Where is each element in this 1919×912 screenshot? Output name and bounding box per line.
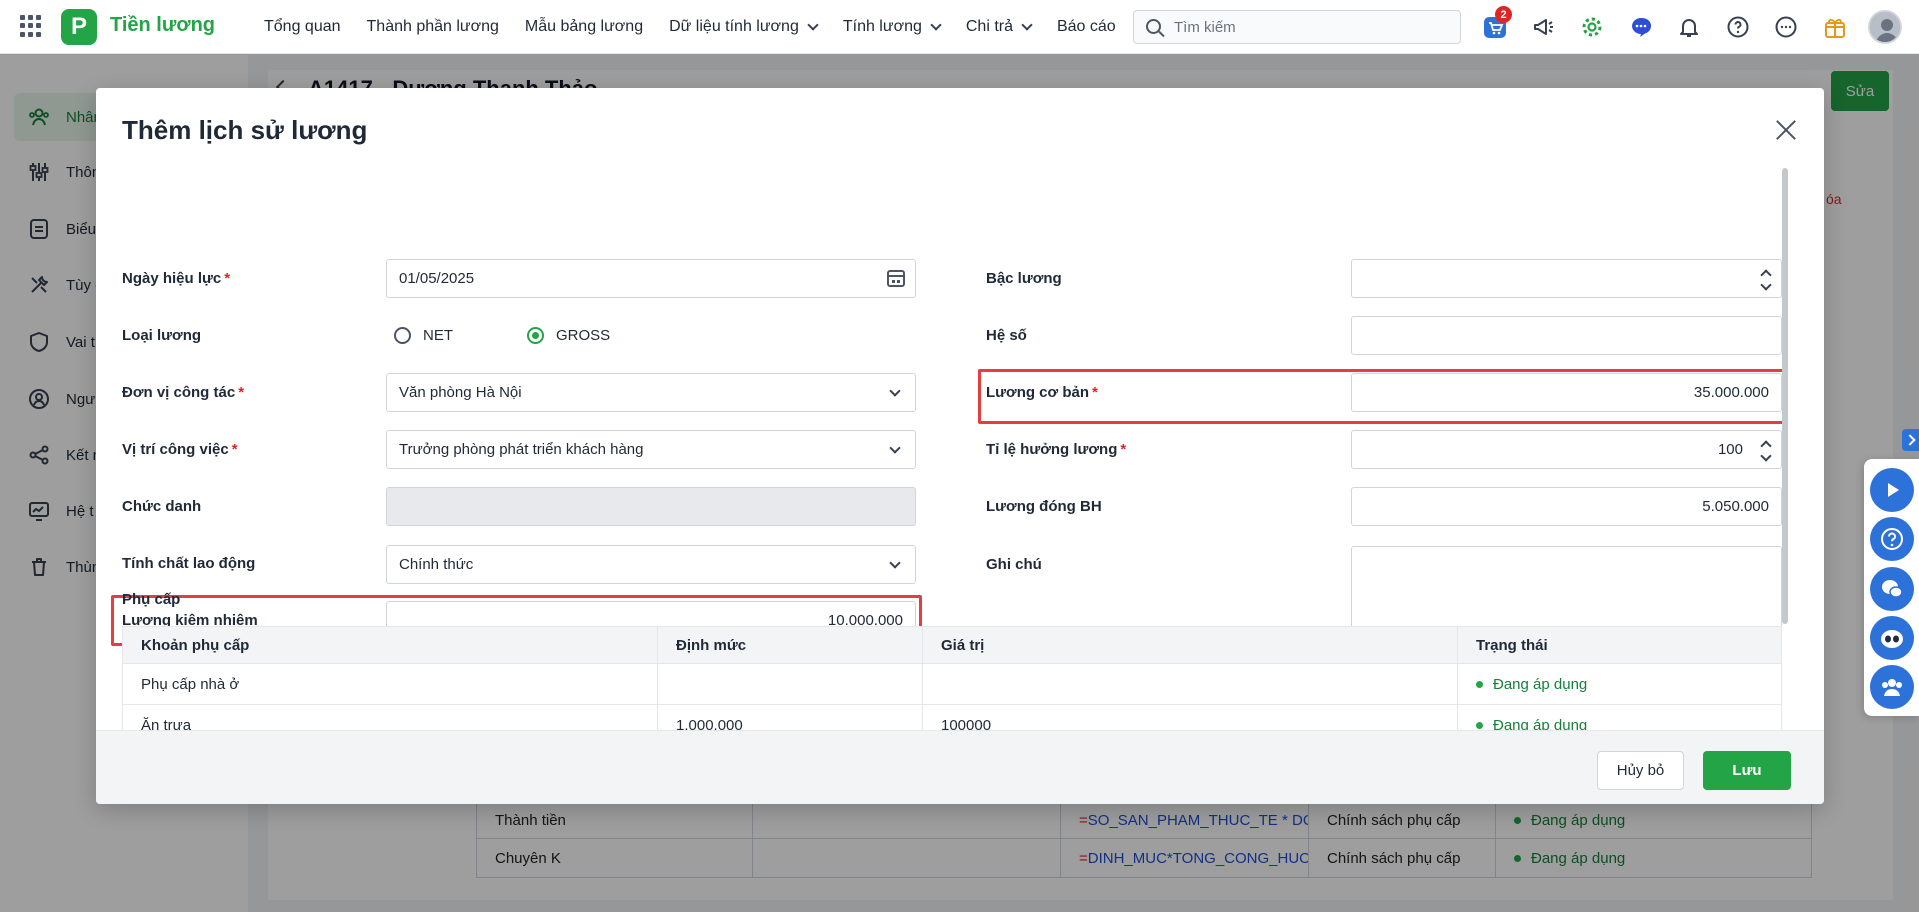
save-button[interactable]: Lưu (1703, 751, 1791, 790)
job-title-label: Chức danh (122, 498, 202, 515)
insurance-salary-label: Lương đóng BH (986, 498, 1102, 515)
allowance-table: Khoản phụ cấp Định mức Giá trị Trạng thá… (122, 626, 1782, 730)
position-select[interactable]: Trưởng phòng phát triển khách hàng (386, 430, 916, 469)
close-icon[interactable] (1774, 118, 1798, 142)
gear-icon[interactable] (1575, 10, 1609, 44)
allowance-section-title: Phụ cấp (122, 591, 181, 608)
megaphone-icon[interactable] (1527, 10, 1561, 44)
job-title-field (386, 487, 916, 526)
cart-icon[interactable]: 2 (1478, 6, 1512, 44)
radio-checked-icon (527, 327, 544, 344)
chevron-down-icon (889, 557, 901, 569)
spinner-icon[interactable] (1761, 439, 1771, 461)
chevron-down-icon (889, 385, 901, 397)
dialog-scrollbar[interactable] (1782, 168, 1788, 624)
chevron-down-icon (930, 19, 942, 31)
nav-tong-quan[interactable]: Tổng quan (264, 18, 341, 36)
nav-chi-tra[interactable]: Chi trả (966, 18, 1033, 36)
labor-nature-label: Tính chất lao động (122, 555, 256, 572)
radio-net[interactable]: NET (394, 327, 453, 344)
chevron-down-icon (807, 19, 819, 31)
base-salary-label: Lương cơ bản * (986, 384, 1098, 401)
salary-ratio-label: Tỉ lệ hưởng lương * (986, 441, 1127, 458)
chevron-down-icon (1021, 19, 1033, 31)
radio-gross[interactable]: GROSS (527, 327, 610, 344)
table-row[interactable]: Ăn trưa 1.000.000 100000 Đang áp dụng (122, 705, 1782, 730)
float-panel-toggle[interactable] (1902, 429, 1919, 451)
dialog-title: Thêm lịch sử lương (122, 115, 368, 145)
status-badge: Đang áp dụng (1458, 705, 1782, 730)
gift-icon[interactable] (1818, 10, 1852, 44)
note-label: Ghi chú (986, 556, 1042, 573)
salary-grade-label: Bậc lương (986, 270, 1062, 287)
cart-badge: 2 (1495, 6, 1512, 23)
chevron-down-icon (889, 442, 901, 454)
chat-icon[interactable] (1624, 10, 1658, 44)
nav-bao-cao[interactable]: Báo cáo (1057, 18, 1116, 36)
nav-thanh-phan-luong[interactable]: Thành phần lương (367, 18, 499, 36)
nav-mau-bang-luong[interactable]: Mẫu bảng lương (525, 18, 643, 36)
coefficient-input[interactable] (1351, 316, 1782, 355)
labor-nature-select[interactable]: Chính thức (386, 545, 916, 584)
add-salary-history-dialog: Thêm lịch sử lương Ngày hiệu lực * 01/05/… (96, 88, 1824, 804)
insurance-salary-input[interactable]: 5.050.000 (1351, 487, 1782, 526)
dialog-footer: Hủy bỏ Lưu (96, 730, 1824, 804)
salary-type-label: Loại lương (122, 327, 202, 344)
table-row[interactable]: Phụ cấp nhà ở Đang áp dụng (122, 664, 1782, 705)
work-unit-select[interactable]: Văn phòng Hà Nội (386, 373, 916, 412)
table-header: Khoản phụ cấp Định mức Giá trị Trạng thá… (122, 626, 1782, 664)
app-name[interactable]: Tiền lương (110, 14, 215, 37)
search-input[interactable] (1174, 18, 1444, 36)
bell-icon[interactable] (1672, 10, 1706, 44)
main-nav: Tổng quan Thành phần lương Mẫu bảng lươn… (264, 0, 1142, 54)
salary-ratio-stepper[interactable]: 100 (1351, 430, 1782, 469)
spinner-icon[interactable] (1761, 268, 1771, 290)
bot-icon[interactable] (1870, 616, 1914, 660)
more-icon[interactable] (1769, 10, 1803, 44)
support-widget-panel (1864, 459, 1919, 716)
effective-date-field[interactable]: 01/05/2025 (386, 259, 916, 298)
coefficient-label: Hệ số (986, 327, 1027, 344)
chat-bubble-icon[interactable] (1870, 567, 1914, 611)
nav-du-lieu-tinh-luong[interactable]: Dữ liệu tính lương (669, 18, 819, 36)
radio-unchecked-icon (394, 327, 411, 344)
top-icon-group: 2 (1478, 6, 1866, 44)
search-box (1133, 10, 1461, 44)
community-icon[interactable] (1870, 665, 1914, 709)
base-salary-input[interactable]: 35.000.000 (1351, 373, 1782, 412)
cancel-button[interactable]: Hủy bỏ (1597, 751, 1684, 790)
work-unit-label: Đơn vị công tác * (122, 384, 245, 401)
help-icon[interactable] (1721, 10, 1755, 44)
app-grid-icon[interactable] (20, 15, 42, 37)
effective-date-label: Ngày hiệu lực * (122, 270, 231, 287)
status-badge: Đang áp dụng (1458, 664, 1782, 704)
help-icon[interactable] (1870, 517, 1914, 561)
nav-tinh-luong[interactable]: Tính lương (843, 18, 942, 36)
app-logo[interactable]: P (61, 9, 97, 45)
search-icon (1146, 19, 1161, 34)
top-navigation-bar: P Tiền lương Tổng quan Thành phần lương … (0, 0, 1919, 54)
calendar-icon[interactable] (887, 270, 905, 287)
play-icon[interactable] (1870, 468, 1914, 512)
avatar[interactable] (1868, 10, 1902, 44)
salary-grade-stepper[interactable] (1351, 259, 1782, 298)
position-label: Vị trí công việc * (122, 441, 238, 458)
